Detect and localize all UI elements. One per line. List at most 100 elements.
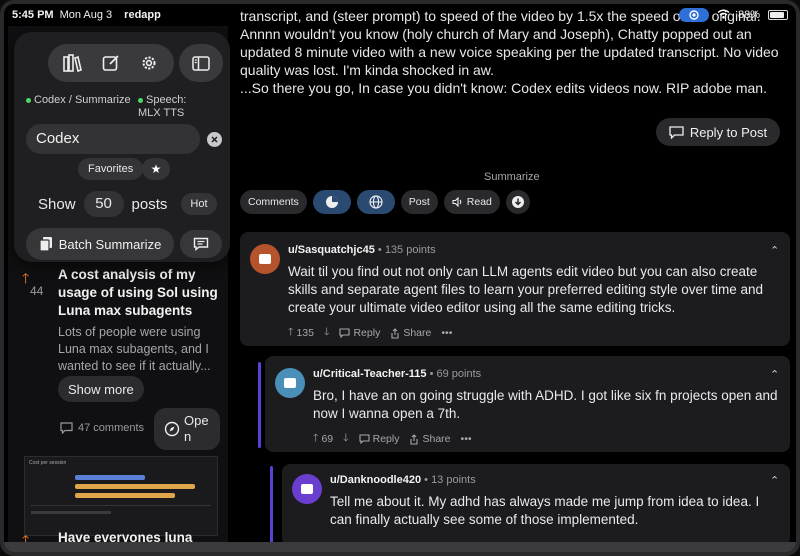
post-comments-link[interactable]: 47 comments bbox=[60, 422, 144, 434]
comment-votes: 135 bbox=[296, 327, 314, 339]
batch-summarize-button[interactable]: Batch Summarize bbox=[26, 228, 174, 260]
post-body: transcript, and (steer prompt) to speed … bbox=[240, 8, 792, 97]
comments-button[interactable]: Comments bbox=[240, 190, 307, 214]
post-count-input[interactable]: 50 bbox=[83, 191, 124, 217]
comment-author[interactable]: u/Critical-Teacher-115 • 69 points bbox=[313, 368, 481, 380]
share-button[interactable]: Share bbox=[409, 433, 451, 445]
thread-line bbox=[270, 466, 273, 546]
more-icon[interactable]: ••• bbox=[441, 327, 452, 339]
comment-card: u/Sasquatchjc45 • 135 points ⌃ Wait til … bbox=[240, 232, 790, 346]
favorites-button[interactable]: Favorites bbox=[78, 158, 144, 180]
device-bezel-bottom bbox=[4, 542, 796, 552]
upvote-icon[interactable]: 🡑 bbox=[22, 268, 29, 292]
read-button[interactable]: Read bbox=[443, 190, 500, 214]
post-thumbnail[interactable]: Cost per session bbox=[24, 456, 218, 536]
show-more-button[interactable]: Show more bbox=[58, 376, 144, 402]
post-detail: transcript, and (steer prompt) to speed … bbox=[232, 4, 796, 550]
open-post-button[interactable]: Ope n bbox=[154, 408, 220, 450]
battery-icon bbox=[768, 10, 788, 20]
body-line: ...So there you go, In case you didn't k… bbox=[240, 80, 767, 96]
comment-card: u/Danknoodle420 • 13 points ⌃ Tell me ab… bbox=[282, 464, 790, 546]
thread-line bbox=[258, 362, 261, 448]
reply-to-post-button[interactable]: Reply to Post bbox=[656, 118, 780, 146]
avatar[interactable] bbox=[275, 368, 305, 398]
read-label: Read bbox=[466, 196, 492, 208]
screen-record-icon[interactable] bbox=[678, 8, 709, 22]
upvote-button[interactable]: 🡑 135 bbox=[288, 324, 314, 342]
gear-icon[interactable] bbox=[135, 49, 163, 77]
chevron-up-icon[interactable]: ⌃ bbox=[770, 244, 779, 257]
body-line: updated 8 minute video with a new voice … bbox=[240, 44, 779, 60]
comment-actions: 🡑 69 🡓 Reply Share ••• bbox=[313, 430, 472, 448]
comment-text: Bro, I have an on going struggle with AD… bbox=[313, 388, 778, 421]
download-icon[interactable] bbox=[505, 190, 530, 214]
clear-icon[interactable] bbox=[207, 132, 222, 147]
posts-label: posts bbox=[131, 195, 168, 213]
sidebar-icon bbox=[192, 55, 210, 71]
status-bar: 5:45 PM Mon Aug 3 redapp 88% bbox=[4, 4, 796, 26]
post-count-row: Show 50 posts Hot bbox=[38, 190, 217, 218]
chevron-up-icon[interactable]: ⌃ bbox=[770, 474, 779, 487]
status-app-name: redapp bbox=[124, 9, 161, 21]
open-label-wrap: n bbox=[184, 429, 192, 444]
comment-author[interactable]: u/Danknoodle420 • 13 points bbox=[330, 474, 476, 486]
show-label: Show bbox=[38, 195, 76, 213]
sidebar: Codex / Summarize Speech: MLX TTS Codex … bbox=[8, 26, 230, 550]
compass-icon bbox=[164, 421, 180, 437]
thumbnail-divider bbox=[31, 505, 211, 506]
thumbnail-line bbox=[31, 511, 111, 514]
sidebar-toggle-button[interactable] bbox=[179, 44, 223, 82]
post-actions: Comments Post Read bbox=[240, 190, 530, 214]
upvote-button[interactable]: 🡑 69 bbox=[313, 430, 333, 448]
source-label: Codex / Summarize bbox=[34, 94, 131, 106]
reply-button[interactable]: Reply bbox=[339, 327, 380, 339]
status-time: 5:45 PM bbox=[12, 9, 54, 21]
reply-to-post-label: Reply to Post bbox=[689, 124, 768, 140]
comment-points: 13 points bbox=[431, 474, 476, 486]
subreddit-search-input[interactable]: Codex bbox=[26, 124, 200, 154]
comment-points: 69 points bbox=[436, 368, 482, 380]
star-icon[interactable]: ★ bbox=[142, 158, 170, 180]
avatar[interactable] bbox=[250, 244, 280, 274]
toolbar-group bbox=[48, 44, 174, 82]
source-status: Codex / Summarize bbox=[26, 94, 131, 107]
thumbnail-bar bbox=[75, 475, 145, 480]
reply-bubble-icon bbox=[669, 125, 684, 139]
thumbnail-title: Cost per session bbox=[29, 460, 67, 466]
sort-button[interactable]: Hot bbox=[181, 193, 217, 215]
wifi-icon bbox=[717, 9, 730, 22]
battery-percent: 88% bbox=[737, 9, 760, 21]
speech-dot-icon bbox=[138, 97, 143, 103]
more-icon[interactable]: ••• bbox=[461, 433, 472, 445]
pie-chart-icon[interactable] bbox=[312, 190, 351, 214]
comment-author[interactable]: u/Sasquatchjc45 • 135 points bbox=[288, 244, 436, 256]
chat-icon bbox=[193, 237, 209, 251]
avatar[interactable] bbox=[292, 474, 322, 504]
comment-points: 135 points bbox=[384, 244, 436, 256]
comment-text: Tell me about it. My adhd has always mad… bbox=[330, 494, 760, 527]
share-button[interactable]: Share bbox=[390, 327, 431, 339]
downvote-icon[interactable]: 🡓 bbox=[324, 324, 329, 342]
post-button[interactable]: Post bbox=[400, 190, 438, 214]
compose-icon[interactable] bbox=[97, 49, 125, 77]
post-excerpt: Lots of people were using Luna max subag… bbox=[58, 325, 211, 373]
comment-icon bbox=[339, 328, 351, 338]
library-icon[interactable] bbox=[59, 49, 87, 77]
reply-button[interactable]: Reply bbox=[359, 433, 399, 445]
globe-icon[interactable] bbox=[356, 190, 395, 214]
status-date: Mon Aug 3 bbox=[59, 9, 113, 21]
post-title[interactable]: A cost analysis of my usage of using Sol… bbox=[58, 266, 224, 320]
thumbnail-bar bbox=[75, 484, 195, 489]
speech-status: Speech: MLX TTS bbox=[138, 94, 186, 120]
summarize-label: Summarize bbox=[484, 171, 540, 183]
body-line: quality was lost. I'm kinda shocked in a… bbox=[240, 62, 495, 78]
status-dot-icon bbox=[26, 97, 31, 103]
downvote-icon[interactable]: 🡓 bbox=[343, 430, 348, 448]
chat-button[interactable] bbox=[180, 230, 222, 258]
device-frame: 5:45 PM Mon Aug 3 redapp 88% Codex / Sum… bbox=[0, 0, 800, 556]
chevron-up-icon[interactable]: ⌃ bbox=[770, 368, 779, 381]
open-label: Ope bbox=[184, 413, 209, 428]
comment-card: u/Critical-Teacher-115 • 69 points ⌃ Bro… bbox=[265, 356, 790, 452]
comments-count: 47 comments bbox=[78, 422, 145, 434]
control-panel: Codex / Summarize Speech: MLX TTS Codex … bbox=[14, 32, 230, 262]
